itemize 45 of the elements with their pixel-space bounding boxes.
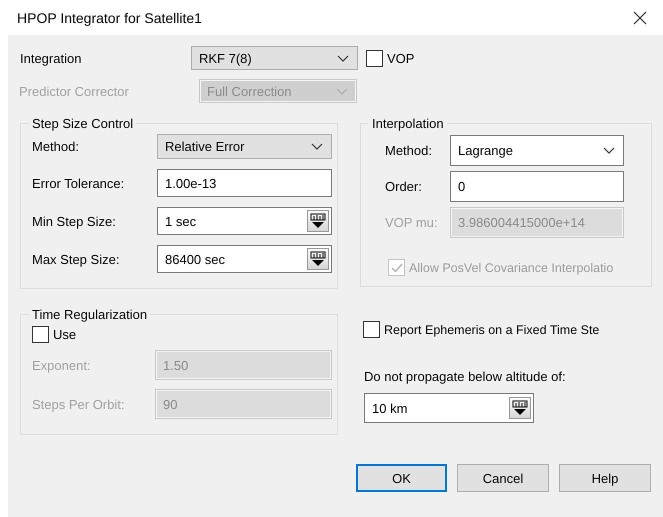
chevron-down-icon [337, 54, 349, 62]
dialog-button[interactable]: Cancel [457, 464, 549, 492]
text-field[interactable]: 1.00e-13 [157, 169, 332, 197]
field-label: Method: [32, 139, 80, 154]
field-label: Error Tolerance: [32, 176, 126, 190]
dropdown[interactable]: RKF 7(8) [191, 46, 358, 70]
unit-button[interactable] [307, 248, 329, 270]
field-label: Exponent: [32, 358, 92, 372]
checkbox-label: Allow PosVel Covariance Interpolatio [409, 260, 614, 274]
chevron-down-icon [336, 88, 348, 94]
field-label: Do not propagate below altitude of: [364, 369, 567, 384]
group-title: Step Size Control [31, 116, 134, 131]
unit-button[interactable] [509, 397, 531, 419]
text-field[interactable]: 10 km [364, 393, 534, 423]
window-title: HPOP Integrator for Satellite1 [17, 10, 202, 26]
checkbox[interactable] [32, 326, 49, 343]
text-field[interactable]: 0 [450, 171, 624, 202]
field-label: VOP mu: [385, 215, 439, 230]
close-icon[interactable] [633, 10, 647, 24]
unit-button[interactable] [307, 210, 329, 232]
checkbox-label: VOP [387, 50, 414, 66]
checkbox[interactable] [363, 321, 380, 338]
dropdown[interactable]: Lagrange [450, 135, 624, 166]
ruler-arrow-icon [512, 400, 528, 416]
ruler-arrow-icon [310, 251, 326, 267]
ruler-arrow-icon [310, 213, 326, 229]
chevron-down-icon [311, 143, 323, 150]
dialog-button[interactable]: OK [356, 464, 447, 492]
field-label: Order: [385, 179, 423, 194]
field-label: Steps Per Orbit: [32, 396, 126, 412]
field-label: Min Step Size: [32, 214, 117, 228]
field-label: Max Step Size: [32, 252, 120, 266]
checkbox-label: Use [53, 327, 76, 342]
field-label: Integration [20, 50, 82, 66]
text-field[interactable]: 1 sec [157, 207, 332, 235]
group-title: Time Regularization [31, 307, 148, 322]
dialog-button[interactable]: Help [559, 464, 651, 492]
checkbox[interactable] [366, 50, 383, 66]
group-title: Interpolation [371, 116, 445, 131]
checkbox-label: Report Ephemeris on a Fixed Time Ste [384, 322, 600, 336]
field-label: Method: [385, 143, 433, 158]
chevron-down-icon [603, 147, 615, 154]
field-label: Predictor Corrector [19, 84, 130, 98]
dropdown[interactable]: Relative Error [157, 134, 332, 159]
text-field[interactable]: 86400 sec [157, 245, 332, 273]
